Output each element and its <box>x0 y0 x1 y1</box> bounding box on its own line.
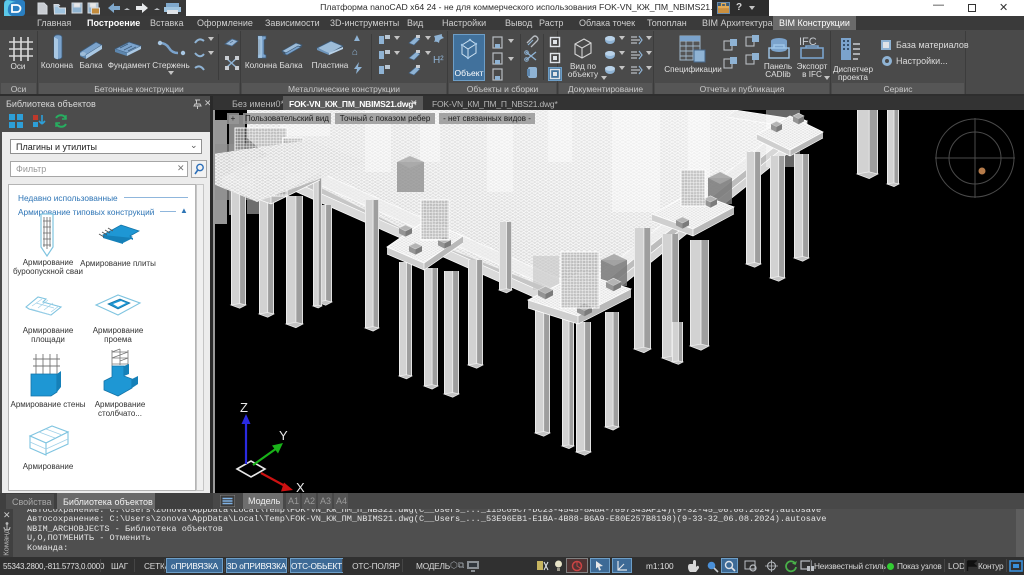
svg-text:Z: Z <box>240 400 248 415</box>
svg-text:H²: H² <box>433 55 444 66</box>
svg-text:X: X <box>296 480 305 493</box>
svg-text:Y: Y <box>279 428 288 443</box>
